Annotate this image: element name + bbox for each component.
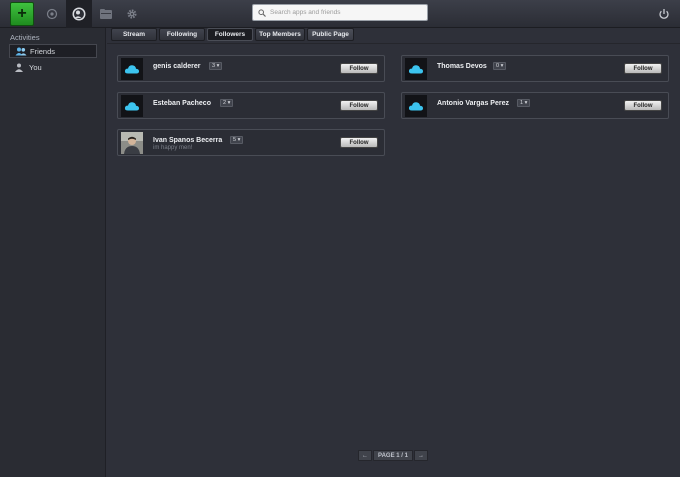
chevron-down-icon: ▾ [226,100,231,106]
page-indicator: PAGE 1 / 1 [373,450,413,461]
follow-button[interactable]: Follow [624,100,662,111]
settings-button[interactable] [120,2,144,26]
cloud-icon [124,65,140,74]
sidebar: Activities Friends You [0,28,106,477]
previous-page-button[interactable]: ← [358,450,372,461]
people-icon [15,46,27,56]
power-icon [659,9,669,19]
avatar[interactable] [405,58,427,80]
follower-count-badge[interactable]: 5 ▾ [230,136,244,144]
home-icon [46,8,58,20]
follower-name[interactable]: Ivan Spanos Becerra [153,137,222,144]
search-box[interactable] [252,4,428,21]
follow-button[interactable]: Follow [624,63,662,74]
gear-icon [127,9,137,19]
tab-bar: Stream Following Followers Top Members P… [107,28,680,43]
follower-name[interactable]: Antonio Vargas Perez [437,100,509,107]
follow-button[interactable]: Follow [340,100,378,111]
avatar[interactable] [121,132,143,154]
tab-followers[interactable]: Followers [207,28,253,41]
cloud-icon [408,102,424,111]
plus-icon: + [17,5,27,22]
follower-card: Ivan Spanos Becerra 5 ▾ im happy men! Fo… [117,129,385,156]
avatar[interactable] [405,95,427,117]
follower-card: genis calderer 3 ▾ Follow [117,55,385,82]
person-icon [14,62,26,72]
user-photo-icon [121,132,143,154]
chevron-down-icon: ▾ [499,63,504,69]
tab-top-members[interactable]: Top Members [255,28,305,41]
follower-count-badge[interactable]: 3 ▾ [209,62,223,70]
follow-button[interactable]: Follow [340,137,378,148]
search-input[interactable] [270,9,420,16]
folder-icon [100,9,112,19]
social-icon [72,7,86,21]
sidebar-item-label: You [29,62,42,72]
top-toolbar: + [0,0,680,28]
follower-card: Esteban Pacheco 2 ▾ Follow [117,92,385,119]
tab-following[interactable]: Following [159,28,205,41]
follower-count-badge[interactable]: 2 ▾ [220,99,234,107]
sidebar-item-you[interactable]: You [9,60,97,74]
next-page-button[interactable]: → [414,450,428,461]
tab-public-page[interactable]: Public Page [307,28,354,41]
sidebar-heading: Activities [10,33,40,42]
follower-count-badge[interactable]: 0 ▾ [493,62,507,70]
social-button[interactable] [66,0,92,28]
power-button[interactable] [652,2,676,26]
cloud-icon [408,65,424,74]
chevron-down-icon: ▾ [215,63,220,69]
follower-name[interactable]: Thomas Devos [437,63,487,70]
add-app-button[interactable]: + [10,2,34,26]
follower-count-badge[interactable]: 1 ▾ [517,99,531,107]
avatar[interactable] [121,58,143,80]
cloud-icon [124,102,140,111]
sidebar-item-label: Friends [30,46,56,56]
search-icon [258,8,266,17]
follower-status: im happy men! [153,145,193,151]
tab-stream[interactable]: Stream [111,28,157,41]
avatar[interactable] [121,95,143,117]
content-divider [107,43,680,44]
sidebar-item-friends[interactable]: Friends [9,44,97,58]
files-button[interactable] [94,2,118,26]
follower-name[interactable]: genis calderer [153,63,200,70]
follower-name[interactable]: Esteban Pacheco [153,100,211,107]
chevron-down-icon: ▾ [236,137,241,143]
chevron-down-icon: ▾ [523,100,528,106]
follow-button[interactable]: Follow [340,63,378,74]
home-button[interactable] [40,2,64,26]
follower-card: Antonio Vargas Perez 1 ▾ Follow [401,92,669,119]
follower-card: Thomas Devos 0 ▾ Follow [401,55,669,82]
